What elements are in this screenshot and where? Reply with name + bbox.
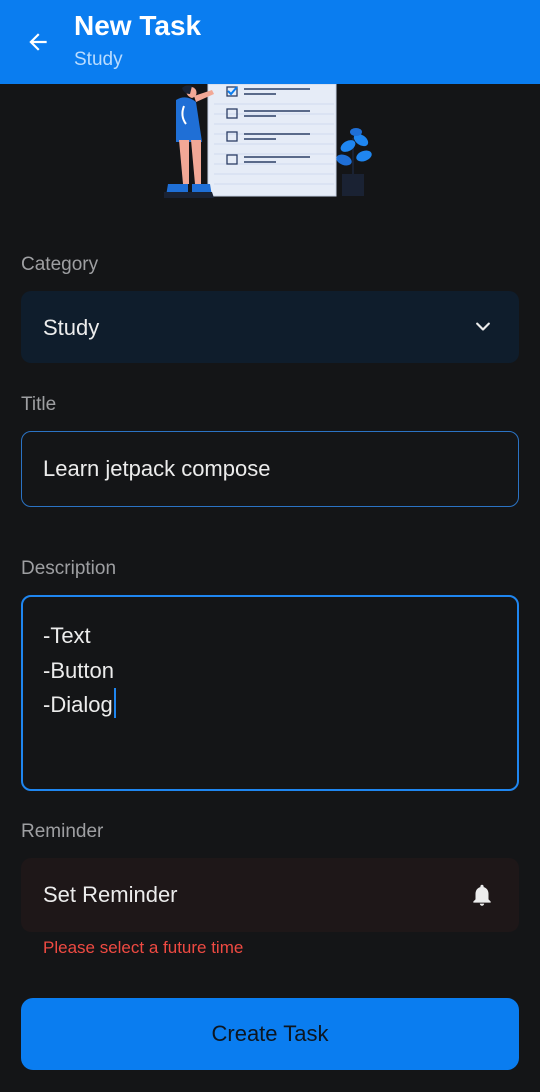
- description-label: Description: [21, 558, 117, 579]
- chevron-down-icon: [476, 322, 490, 331]
- title-label: Title: [21, 394, 57, 415]
- reminder-placeholder: Set Reminder: [43, 882, 178, 907]
- category-label: Category: [21, 254, 99, 275]
- page-subtitle: Study: [74, 49, 123, 70]
- arrow-back-icon: [29, 33, 47, 51]
- reminder-error-message: Please select a future time: [43, 938, 244, 957]
- bell-icon: [473, 884, 491, 906]
- description-line: -Text: [43, 623, 91, 648]
- text-cursor: [113, 688, 116, 718]
- reminder-label: Reminder: [21, 821, 104, 842]
- set-reminder-button[interactable]: Set Reminder: [21, 858, 519, 932]
- title-input[interactable]: Learn jetpack compose: [21, 431, 519, 507]
- app-bar: New Task Study: [0, 0, 540, 84]
- title-input-value: Learn jetpack compose: [43, 456, 271, 481]
- create-task-button[interactable]: Create Task: [21, 998, 519, 1070]
- back-button[interactable]: [20, 24, 56, 60]
- description-line: -Button: [43, 657, 114, 683]
- page-title: New Task: [74, 10, 202, 41]
- description-text: -Text -Button -Dialog: [43, 619, 116, 723]
- task-checklist-illustration: [164, 84, 372, 198]
- description-input[interactable]: -Text -Button -Dialog: [21, 595, 519, 791]
- category-dropdown[interactable]: Study: [21, 291, 519, 363]
- category-selected-value: Study: [43, 315, 100, 340]
- description-line: -Dialog: [43, 688, 116, 723]
